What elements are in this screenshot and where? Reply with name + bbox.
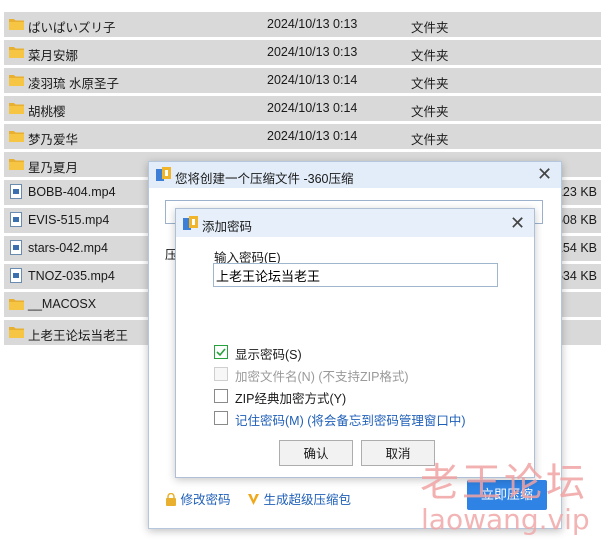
folder-icon (9, 103, 24, 114)
folder-icon (9, 131, 24, 142)
file-row[interactable]: 凌羽琉 水原圣子 2024/10/13 0:14 文件夹 (4, 68, 601, 93)
file-name: ぱいぱいズリ子 (28, 21, 116, 35)
file-size: 223 KB (555, 185, 597, 199)
360-zip-logo-icon (156, 167, 171, 181)
folder-icon (9, 299, 24, 310)
file-name: EVIS-515.mp4 (28, 213, 110, 227)
add-password-dialog: 添加密码 ✕ 输入密码(E) 显示密码(S)加密文件名(N) (不支持ZIP格式… (175, 208, 535, 478)
file-type: 文件夹 (411, 77, 449, 91)
modify-password-link[interactable]: 修改密码 (165, 489, 231, 508)
file-size: 154 KB (555, 241, 597, 255)
checkbox-label: ZIP经典加密方式(Y) (235, 392, 347, 406)
file-date: 2024/10/13 0:13 (267, 17, 358, 31)
checkbox (214, 367, 228, 381)
password-dialog-title: 添加密码 (202, 220, 253, 234)
checkbox-label: 加密文件名(N) (不支持ZIP格式) (235, 370, 409, 384)
checkbox[interactable] (214, 411, 228, 425)
generate-super-archive-label: 生成超级压缩包 (263, 493, 351, 507)
confirm-button[interactable]: 确认 (279, 440, 353, 466)
close-icon[interactable]: ✕ (510, 214, 525, 232)
file-type: 文件夹 (411, 105, 449, 119)
folder-icon (9, 19, 24, 30)
video-file-icon (10, 212, 22, 227)
file-row[interactable]: 菜月安娜 2024/10/13 0:13 文件夹 (4, 40, 601, 65)
checkbox[interactable] (214, 345, 228, 359)
folder-icon (9, 75, 24, 86)
video-file-icon (10, 268, 22, 283)
file-type: 文件夹 (411, 49, 449, 63)
file-row[interactable]: 梦乃爱华 2024/10/13 0:14 文件夹 (4, 124, 601, 149)
file-date: 2024/10/13 0:13 (267, 45, 358, 59)
file-name: 上老王论坛当老王 (28, 329, 129, 343)
modify-password-label: 修改密码 (180, 493, 231, 507)
file-name: 星乃夏月 (28, 161, 79, 175)
dialog-title: 您将创建一个压缩文件 -360压缩 (175, 172, 354, 186)
check-icon (216, 348, 226, 357)
folder-icon (9, 159, 24, 170)
generate-super-archive-link[interactable]: 生成超级压缩包 (247, 489, 351, 508)
close-icon[interactable]: ✕ (537, 165, 552, 183)
file-date: 2024/10/13 0:14 (267, 73, 358, 87)
watermark-url: laowang.vip (421, 503, 590, 536)
file-type: 文件夹 (411, 133, 449, 147)
file-row[interactable]: ぱいぱいズリ子 2024/10/13 0:13 文件夹 (4, 12, 601, 37)
video-file-icon (10, 240, 22, 255)
password-dialog-titlebar: 添加密码 ✕ (176, 209, 534, 237)
file-name: 菜月安娜 (28, 49, 79, 63)
checkbox-label: 显示密码(S) (235, 348, 302, 362)
360-zip-logo-icon (183, 216, 198, 230)
dialog-titlebar: 您将创建一个压缩文件 -360压缩 ✕ (149, 162, 561, 188)
file-name: 胡桃樱 (28, 105, 66, 119)
file-date: 2024/10/13 0:14 (267, 101, 358, 115)
checkbox-label: 记住密码(M) (将会备忘到密码管理窗口中) (235, 414, 466, 428)
watermark-logo-text: 老王论坛 (420, 461, 589, 506)
checkbox[interactable] (214, 389, 228, 403)
lock-icon (166, 492, 176, 506)
file-name: 凌羽琉 水原圣子 (28, 77, 119, 91)
file-name: 梦乃爱华 (28, 133, 79, 147)
file-size: 534 KB (555, 269, 597, 283)
password-input[interactable] (213, 263, 498, 287)
file-name: TNOZ-035.mp4 (28, 269, 115, 283)
folder-icon (9, 327, 24, 338)
file-name: BOBB-404.mp4 (28, 185, 116, 199)
file-type: 文件夹 (411, 21, 449, 35)
file-row[interactable]: 胡桃樱 2024/10/13 0:14 文件夹 (4, 96, 601, 121)
v-badge-icon (248, 494, 259, 505)
file-size: 608 KB (555, 213, 597, 227)
file-name: __MACOSX (28, 297, 97, 311)
video-file-icon (10, 184, 22, 199)
file-date: 2024/10/13 0:14 (267, 129, 358, 143)
file-name: stars-042.mp4 (28, 241, 108, 255)
folder-icon (9, 47, 24, 58)
